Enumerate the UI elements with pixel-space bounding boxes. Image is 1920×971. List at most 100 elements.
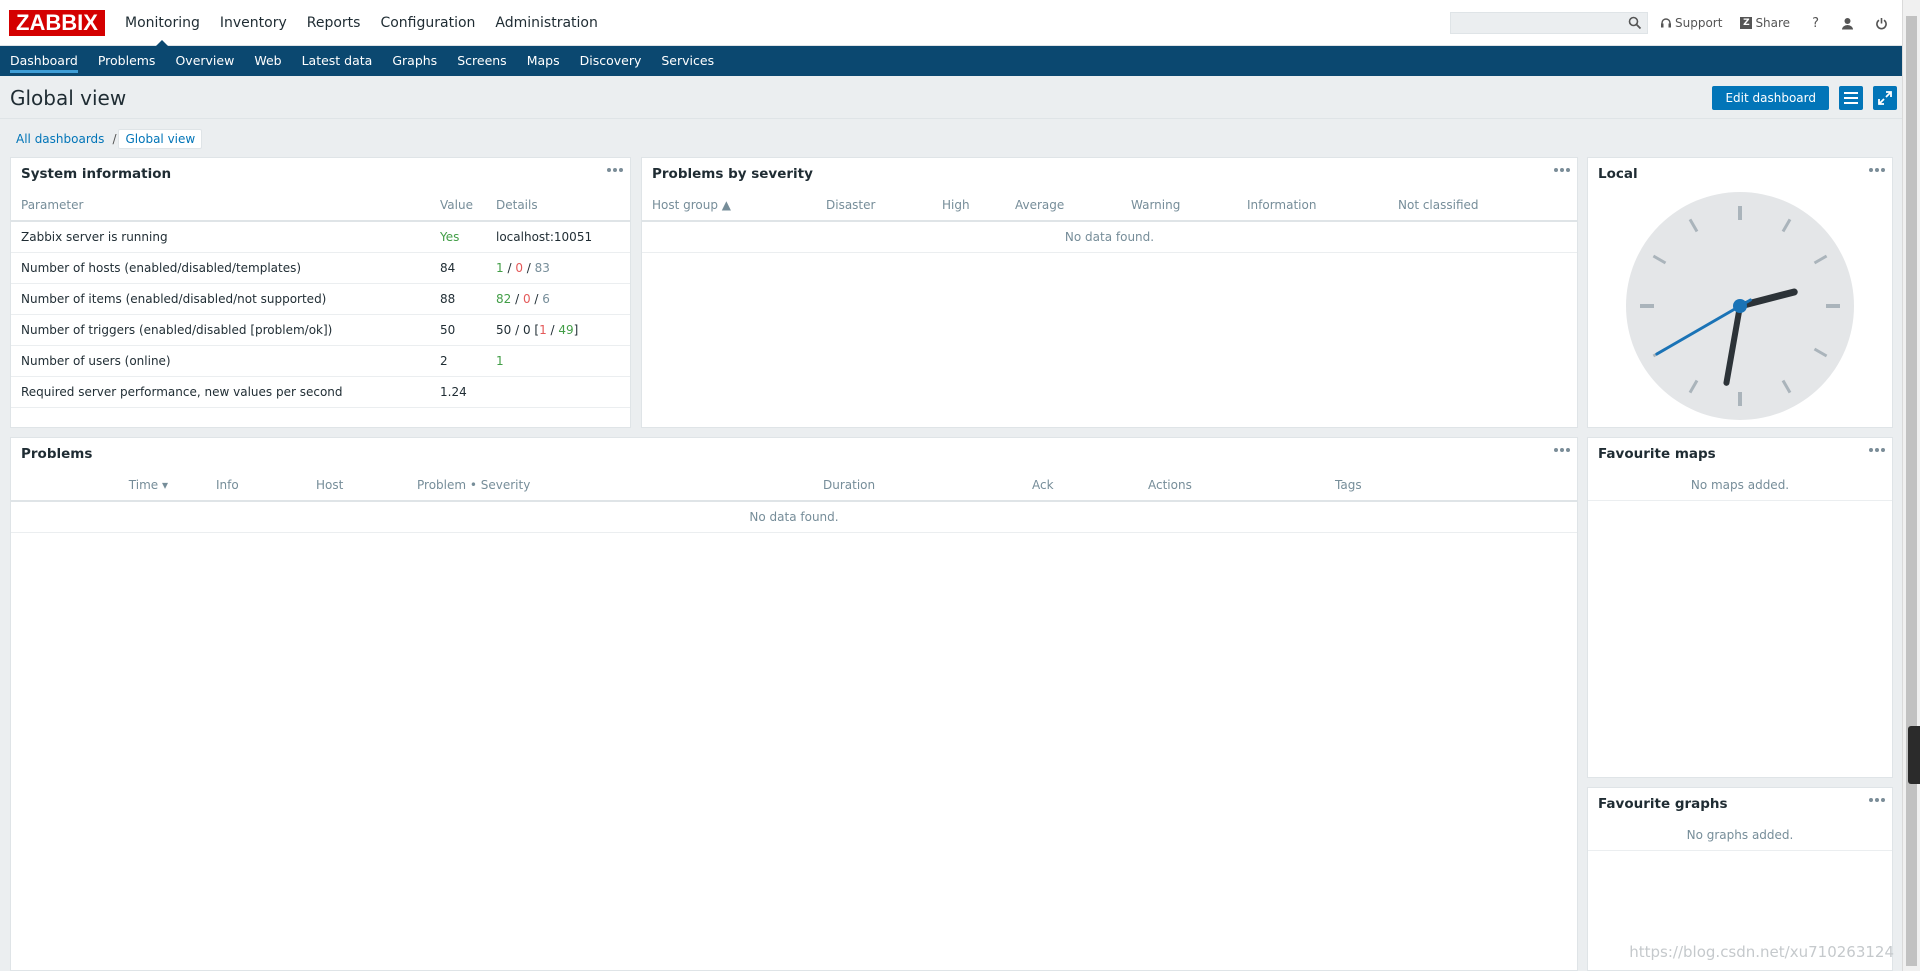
fullscreen-button[interactable] — [1873, 86, 1897, 110]
column-time[interactable]: Time ▾ — [11, 470, 168, 502]
details-cell: 50 / 0 [1 / 49] — [486, 314, 630, 346]
sign-out-link[interactable] — [1875, 17, 1891, 30]
submenu-problems[interactable]: Problems — [88, 46, 166, 76]
enabled-count: 1 — [496, 260, 504, 275]
widget-options-button[interactable] — [1862, 160, 1892, 180]
value-cell: 88 — [430, 283, 486, 315]
submenu-discovery[interactable]: Discovery — [570, 46, 652, 76]
main-menu: Monitoring Inventory Reports Configurati… — [115, 0, 608, 47]
widget-options-button[interactable] — [1862, 440, 1892, 460]
submenu-dashboard[interactable]: Dashboard — [0, 46, 88, 76]
header-links: Support Z Share ? — [1660, 0, 1909, 46]
details-cell: 1 — [486, 345, 630, 377]
widget-options-button[interactable] — [600, 160, 630, 180]
submenu-screens[interactable]: Screens — [447, 46, 517, 76]
templates-count: 83 — [534, 260, 550, 275]
analog-clock — [1626, 192, 1854, 420]
submenu-latest-data[interactable]: Latest data — [292, 46, 383, 76]
menu-inventory[interactable]: Inventory — [210, 0, 297, 46]
menu-reports[interactable]: Reports — [297, 0, 371, 46]
search-icon[interactable] — [1628, 16, 1642, 30]
search-input[interactable] — [1451, 13, 1621, 33]
table-header-row: Host group ▲ Disaster High Average Warni… — [642, 190, 1577, 222]
widget-options-button[interactable] — [1547, 160, 1577, 180]
value-cell: Yes — [430, 221, 486, 253]
column-host-group[interactable]: Host group ▲ — [642, 190, 816, 222]
user-profile-link[interactable] — [1841, 17, 1857, 30]
fullscreen-icon — [1878, 91, 1892, 105]
separator: / — [503, 260, 516, 275]
param-cell: Number of hosts (enabled/disabled/templa… — [11, 252, 430, 284]
vertical-scrollbar[interactable] — [1902, 0, 1920, 971]
column-host: Host — [276, 470, 407, 502]
menu-monitoring[interactable]: Monitoring — [115, 0, 210, 47]
dashboard-actions-button[interactable] — [1839, 86, 1863, 110]
headset-icon — [1661, 18, 1671, 28]
column-value: Value — [430, 190, 486, 222]
breadcrumb-global-view[interactable]: Global view — [118, 129, 203, 149]
submenu-web[interactable]: Web — [244, 46, 291, 76]
user-icon — [1841, 17, 1853, 29]
table-row: Number of triggers (enabled/disabled [pr… — [11, 314, 630, 346]
disabled-count: 0 — [515, 260, 523, 275]
help-link[interactable]: ? — [1808, 16, 1823, 31]
details-cell: 82 / 0 / 6 — [486, 283, 630, 315]
details-cell: 1 / 0 / 83 — [486, 252, 630, 284]
share-link[interactable]: Z Share — [1740, 16, 1790, 30]
menu-configuration[interactable]: Configuration — [370, 0, 485, 46]
edit-dashboard-button[interactable]: Edit dashboard — [1712, 86, 1829, 110]
support-label: Support — [1675, 16, 1723, 30]
widget-options-button[interactable] — [1547, 440, 1577, 460]
page-title: Global view — [10, 86, 127, 110]
scrollbar-thumb[interactable] — [1906, 16, 1917, 966]
widget-header: System information — [11, 158, 630, 190]
clock-center — [1733, 299, 1747, 313]
support-link[interactable]: Support — [1660, 16, 1722, 30]
column-warning: Warning — [1121, 190, 1237, 222]
details-text: localhost:10051 — [496, 229, 593, 244]
submenu-maps[interactable]: Maps — [517, 46, 570, 76]
side-gadget[interactable] — [1908, 726, 1920, 784]
share-label: Share — [1755, 16, 1791, 30]
problem-count: 1 — [539, 322, 547, 337]
widget-header: Problems by severity — [642, 158, 1577, 190]
column-high: High — [932, 190, 1005, 222]
table-row: Zabbix server is running Yes localhost:1… — [11, 221, 630, 253]
disabled-count: 0 — [522, 291, 531, 306]
separator: / — [511, 291, 523, 306]
table-row: No data found. — [11, 501, 1577, 533]
sub-menu: Dashboard Problems Overview Web Latest d… — [0, 46, 1902, 76]
breadcrumb-all-dashboards[interactable]: All dashboards — [10, 130, 110, 148]
widget-title: Local — [1598, 166, 1638, 182]
column-duration: Duration — [813, 470, 1022, 502]
problems-widget: Problems Time ▾ Info Host Problem • Seve… — [10, 437, 1578, 971]
problems-by-severity-widget: Problems by severity Host group ▲ Disast… — [641, 157, 1578, 428]
search-box — [1450, 12, 1648, 34]
watermark: https://blog.csdn.net/xu710263124 — [1629, 943, 1894, 961]
widget-options-button[interactable] — [1862, 790, 1892, 810]
submenu-graphs[interactable]: Graphs — [382, 46, 447, 76]
dashboard-controls: Edit dashboard — [1712, 86, 1897, 110]
table-row: Required server performance, new values … — [11, 376, 630, 408]
breadcrumb-separator: / — [112, 132, 117, 146]
column-problem-severity: Problem • Severity — [407, 470, 813, 502]
column-info: Info — [168, 470, 276, 502]
value-cell: 84 — [430, 252, 486, 284]
local-clock-widget: Local — [1587, 157, 1893, 428]
power-icon — [1876, 17, 1887, 29]
no-data-message: No data found. — [642, 221, 1577, 253]
details-cell: localhost:10051 — [486, 221, 630, 253]
column-tags: Tags — [1325, 470, 1577, 502]
param-cell: Number of users (online) — [11, 345, 430, 377]
table-header-row: Parameter Value Details — [11, 190, 630, 222]
submenu-overview[interactable]: Overview — [165, 46, 244, 76]
param-cell: Number of items (enabled/disabled/not su… — [11, 283, 430, 315]
help-icon: ? — [1812, 15, 1819, 31]
submenu-services[interactable]: Services — [651, 46, 724, 76]
details-cell — [486, 376, 630, 408]
severity-table: Host group ▲ Disaster High Average Warni… — [642, 190, 1577, 253]
table-header-row: Time ▾ Info Host Problem • Severity Dura… — [11, 470, 1577, 502]
zabbix-logo[interactable]: ZABBIX — [9, 10, 105, 36]
no-graphs-message: No graphs added. — [1588, 820, 1892, 851]
menu-administration[interactable]: Administration — [485, 0, 607, 46]
